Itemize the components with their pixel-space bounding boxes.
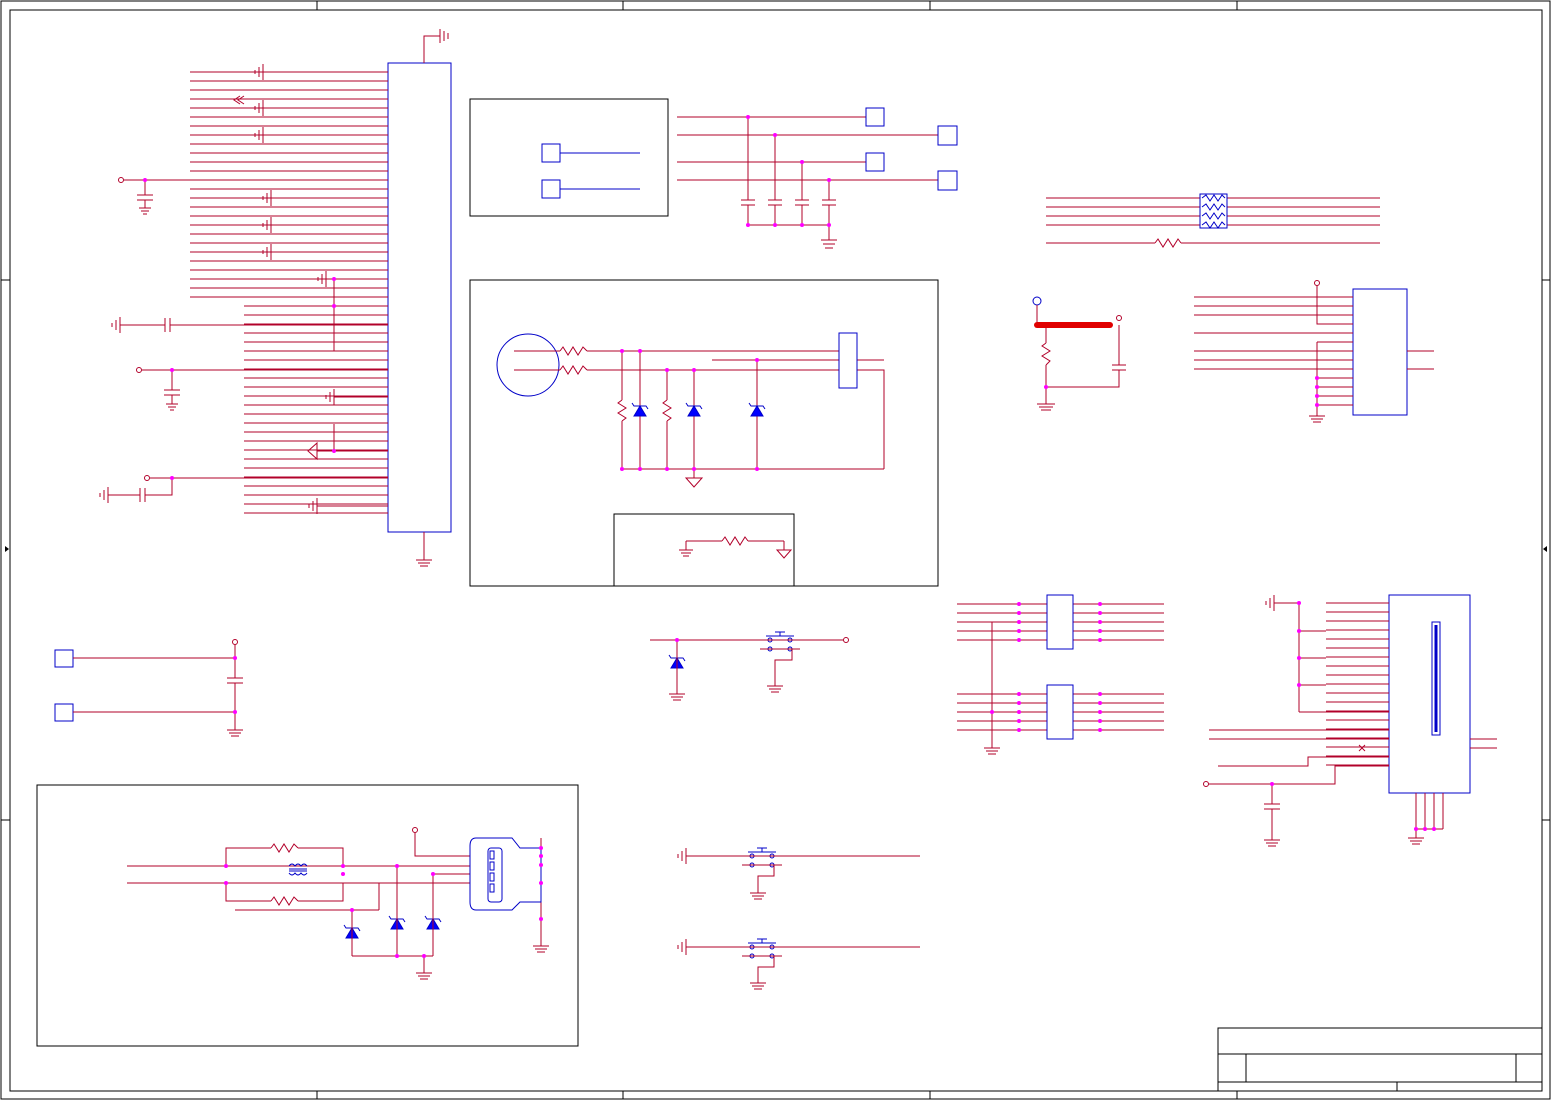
connector-side-grounds — [233, 64, 388, 514]
push-button-icon — [677, 938, 920, 990]
diode-body — [687, 405, 701, 417]
protection-resistor-1 — [617, 399, 627, 422]
diode-body — [633, 405, 647, 417]
usb-receptacle — [469, 837, 542, 911]
frame-marker-arrows — [5, 546, 1547, 552]
right-connector-top — [1194, 280, 1434, 423]
sd-card-slot — [1203, 594, 1497, 847]
speaker-resistor-2 — [559, 365, 588, 375]
speaker-inner-frame — [613, 513, 795, 587]
protection-resistor-2 — [662, 399, 672, 422]
button-ground-wire — [774, 649, 793, 686]
usb-resistor-2 — [270, 896, 299, 906]
main-connector-top-ground — [423, 29, 449, 63]
sub-sheet-top — [469, 98, 669, 217]
usb-resistor-1 — [270, 843, 299, 853]
speaker-connector — [838, 332, 858, 389]
title-block — [1217, 1027, 1543, 1092]
main-connector — [190, 29, 452, 567]
diode-body — [750, 405, 764, 417]
reset-button-net — [650, 639, 843, 701]
speaker-protection — [469, 279, 939, 587]
off-page-ports — [865, 107, 958, 191]
button-ground-wire — [757, 865, 775, 893]
push-button-icon — [677, 847, 920, 900]
inner-resistor — [721, 536, 749, 546]
sub-sheet-port-1 — [541, 143, 561, 163]
schematic-sheet — [0, 0, 1552, 1101]
reset-net-node — [843, 637, 849, 643]
main-connector-pins — [190, 71, 388, 514]
series-resistor — [1154, 238, 1182, 248]
power-input-section — [1032, 296, 1126, 411]
filter-cap-array — [677, 116, 938, 249]
speaker-resistor-1 — [559, 346, 588, 356]
power-test-point — [1032, 296, 1042, 306]
test-port-section — [54, 639, 243, 737]
speaker-symbol — [496, 333, 560, 397]
push-button-group — [677, 631, 920, 990]
push-button-icon — [760, 631, 800, 693]
reset-net-junction — [675, 638, 679, 642]
button-ground-wire — [757, 956, 775, 983]
left-cap-nodes — [118, 177, 174, 481]
filter-cap-junctions — [746, 115, 831, 227]
mid-right-resistor-packs — [957, 594, 1164, 755]
tvs-diode-group — [343, 402, 766, 939]
schematic-canvas — [0, 0, 1551, 1100]
main-connector-bottom-ground — [416, 532, 432, 567]
usb-port — [36, 784, 579, 1047]
sub-sheet-port-2 — [541, 179, 561, 199]
resistor-array — [1046, 193, 1380, 248]
pullup-resistor — [1041, 342, 1051, 366]
main-connector-body — [387, 62, 452, 533]
